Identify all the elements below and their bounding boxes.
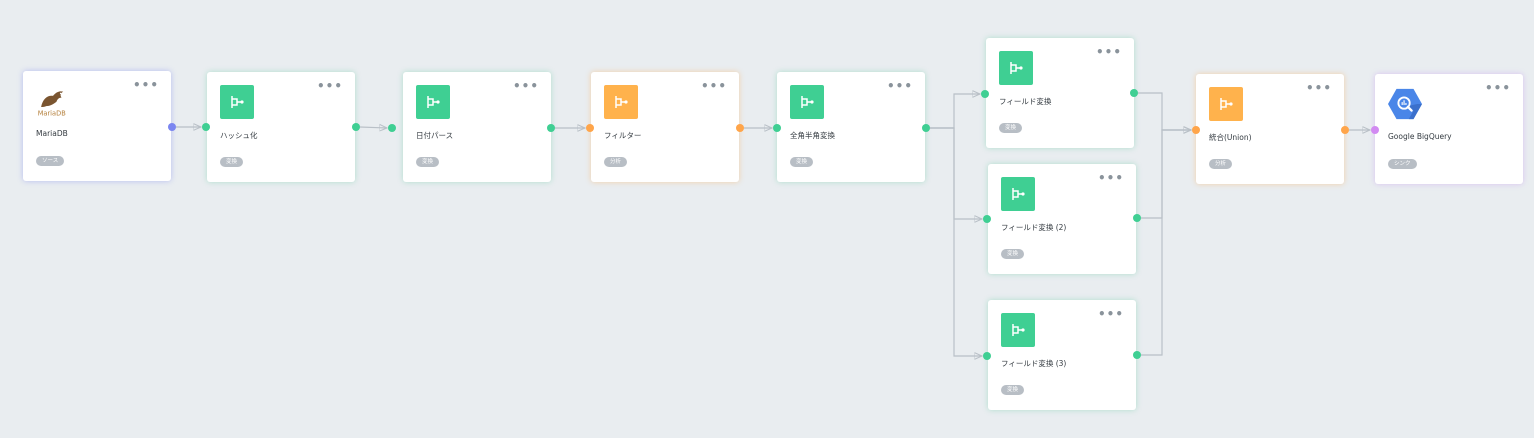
transform-icon — [416, 85, 450, 119]
node-badge: シンク — [1388, 159, 1417, 169]
input-port[interactable] — [983, 215, 991, 223]
input-port[interactable] — [586, 124, 594, 132]
node-filter[interactable]: ••• フィルター 分析 — [591, 72, 739, 182]
node-union[interactable]: ••• 統合(Union) 分析 — [1196, 74, 1344, 184]
node-menu-icon[interactable]: ••• — [1098, 308, 1124, 320]
node-menu-icon[interactable]: ••• — [317, 80, 343, 92]
node-title: ハッシュ化 — [220, 131, 258, 140]
edge-layer — [176, 0, 1534, 438]
node-title: MariaDB — [36, 129, 68, 138]
edge-hash-dateparse — [359, 127, 387, 128]
output-port[interactable] — [1133, 214, 1141, 222]
node-menu-icon[interactable]: ••• — [513, 80, 539, 92]
node-badge: 変換 — [790, 157, 814, 167]
node-badge: 変換 — [220, 157, 244, 167]
node-menu-icon[interactable]: ••• — [1098, 172, 1124, 184]
input-port[interactable] — [983, 352, 991, 360]
node-title: Google BigQuery — [1388, 132, 1452, 141]
node-badge: 変換 — [1001, 385, 1025, 395]
node-title: 日付パース — [416, 131, 454, 140]
transform-icon — [1209, 87, 1243, 121]
node-menu-icon[interactable]: ••• — [701, 80, 727, 92]
node-field-transform-1[interactable]: ••• フィールド変換 変換 — [986, 38, 1134, 148]
transform-icon — [220, 85, 254, 119]
output-port[interactable] — [922, 124, 930, 132]
output-port[interactable] — [736, 124, 744, 132]
node-menu-icon[interactable]: ••• — [1096, 46, 1122, 58]
output-port[interactable] — [547, 124, 555, 132]
output-port[interactable] — [1341, 126, 1349, 134]
transform-icon — [790, 85, 824, 119]
edge-zenhan-field2 — [930, 127, 982, 219]
node-menu-icon[interactable]: ••• — [887, 80, 913, 92]
input-port[interactable] — [1371, 126, 1379, 134]
transform-icon — [1001, 177, 1035, 211]
node-title: 統合(Union) — [1209, 133, 1252, 142]
transform-icon — [1001, 313, 1035, 347]
input-port[interactable] — [773, 124, 781, 132]
node-badge: 変換 — [999, 123, 1023, 133]
node-badge: 変換 — [416, 157, 440, 167]
node-field-transform-2[interactable]: ••• フィールド変換 (2) 変換 — [988, 164, 1136, 274]
node-badge: 変換 — [1001, 249, 1025, 259]
bigquery-icon — [1388, 87, 1422, 121]
input-port[interactable] — [202, 123, 210, 131]
output-port[interactable] — [1130, 89, 1138, 97]
edge-field2-union — [1141, 130, 1191, 219]
transform-icon — [604, 85, 638, 119]
node-badge: 分析 — [604, 157, 628, 167]
node-badge: 分析 — [1209, 159, 1233, 169]
edge-field3-union — [1141, 130, 1191, 356]
node-title: フィールド変換 (3) — [1001, 359, 1067, 368]
input-port[interactable] — [1192, 126, 1200, 134]
edge-field1-union — [1138, 92, 1191, 130]
svg-text:MariaDB: MariaDB — [38, 109, 67, 117]
node-date-parse[interactable]: ••• 日付パース 変換 — [403, 72, 551, 182]
input-port[interactable] — [981, 90, 989, 98]
node-menu-icon[interactable]: ••• — [1306, 82, 1332, 94]
node-width-convert[interactable]: ••• 全角半角変換 変換 — [777, 72, 925, 182]
output-port[interactable] — [352, 123, 360, 131]
node-menu-icon[interactable]: ••• — [133, 79, 159, 91]
edge-zenhan-field1 — [930, 94, 980, 129]
node-badge: ソース — [36, 156, 65, 166]
node-field-transform-3[interactable]: ••• フィールド変換 (3) 変換 — [988, 300, 1136, 410]
node-title: フィールド変換 — [999, 97, 1052, 106]
node-bigquery[interactable]: ••• Google BigQuery シンク — [1375, 74, 1523, 184]
transform-icon — [999, 51, 1033, 85]
node-title: フィルター — [604, 131, 642, 140]
edge-zenhan-field3 — [930, 127, 982, 356]
node-mariadb[interactable]: MariaDB ••• MariaDB ソース — [23, 71, 171, 181]
node-hash[interactable]: ••• ハッシュ化 変換 — [207, 72, 355, 182]
mariadb-logo-icon: MariaDB — [36, 84, 70, 118]
node-title: フィールド変換 (2) — [1001, 223, 1067, 232]
output-port[interactable] — [1133, 351, 1141, 359]
node-title: 全角半角変換 — [790, 131, 835, 140]
node-menu-icon[interactable]: ••• — [1485, 82, 1511, 94]
output-port[interactable] — [168, 123, 176, 131]
input-port[interactable] — [388, 124, 396, 132]
